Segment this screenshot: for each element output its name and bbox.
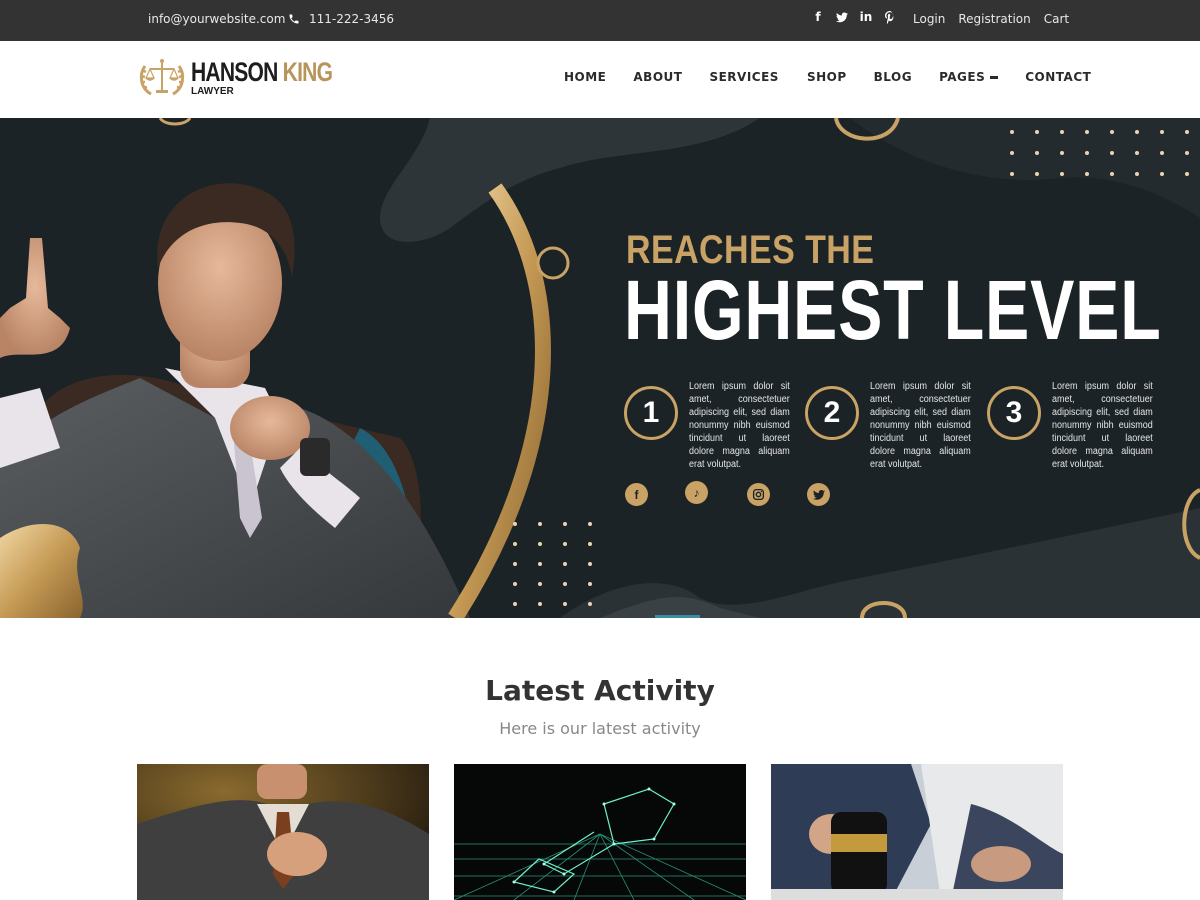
brand-name-second: KING (282, 57, 333, 87)
step-text-3: Lorem ipsum dolor sit amet, consectetuer… (1052, 381, 1153, 470)
top-bar: info@yourwebsite.com 111-222-3456 f in L… (0, 0, 1200, 41)
facebook-icon[interactable]: f (812, 10, 824, 24)
step-number-1: 1 (624, 386, 678, 440)
pinterest-icon[interactable] (884, 10, 896, 24)
hero-heading-main: HIGHEST LEVEL (624, 263, 1162, 357)
activity-image-3 (771, 764, 1063, 900)
contact-phone[interactable]: 111-222-3456 (288, 12, 394, 26)
account-links: Login Registration Cart (913, 12, 1069, 26)
step-text-2: Lorem ipsum dolor sit amet, consectetuer… (870, 381, 971, 470)
tiktok-icon[interactable]: ♪ (685, 481, 708, 504)
latest-activity-title: Latest Activity (485, 674, 715, 707)
dropdown-indicator-icon (990, 75, 999, 79)
step-number-2: 2 (805, 386, 859, 440)
phone-number: 111-222-3456 (309, 12, 395, 26)
linkedin-icon[interactable]: in (860, 10, 873, 24)
instagram-icon[interactable] (747, 483, 770, 506)
activity-image-1 (137, 764, 429, 900)
activity-image-2 (454, 764, 746, 900)
topbar-socials: f in (812, 10, 896, 24)
brand-name-first: HANSON (191, 57, 278, 87)
nav-contact[interactable]: CONTACT (1025, 70, 1091, 84)
main-nav: HOME ABOUT SERVICES SHOP BLOG PAGES CONT… (564, 70, 1091, 84)
phone-icon (289, 14, 299, 24)
latest-activity-subtitle: Here is our latest activity (499, 719, 701, 738)
step-number-3: 3 (987, 386, 1041, 440)
step-text-1: Lorem ipsum dolor sit amet, consectetuer… (689, 381, 790, 470)
nav-services[interactable]: SERVICES (709, 70, 778, 84)
activity-card-3[interactable] (771, 764, 1063, 900)
cart-link[interactable]: Cart (1044, 12, 1069, 26)
twitter-icon[interactable] (807, 483, 830, 506)
registration-link[interactable]: Registration (958, 12, 1030, 26)
facebook-icon[interactable]: f (625, 483, 648, 506)
site-header: HANSON KING LAWYER HOME ABOUT SERVICES S… (0, 41, 1200, 118)
hero-background (0, 118, 1200, 618)
scales-of-justice-icon (139, 59, 185, 96)
nav-home[interactable]: HOME (564, 70, 606, 84)
nav-pages[interactable]: PAGES (939, 70, 999, 84)
contact-email[interactable]: info@yourwebsite.com (148, 12, 285, 26)
hero-banner: REACHES THE HIGHEST LEVEL 1 Lorem ipsum … (0, 118, 1200, 618)
nav-about[interactable]: ABOUT (633, 70, 682, 84)
twitter-icon[interactable] (836, 10, 848, 24)
nav-shop[interactable]: SHOP (807, 70, 847, 84)
brand-subtitle: LAWYER (191, 86, 234, 97)
login-link[interactable]: Login (913, 12, 945, 26)
site-logo[interactable]: HANSON KING LAWYER (137, 56, 372, 100)
activity-card-1[interactable] (137, 764, 429, 900)
nav-blog[interactable]: BLOG (874, 70, 912, 84)
nav-pages-label: PAGES (939, 70, 986, 84)
activity-card-2[interactable] (454, 764, 746, 900)
